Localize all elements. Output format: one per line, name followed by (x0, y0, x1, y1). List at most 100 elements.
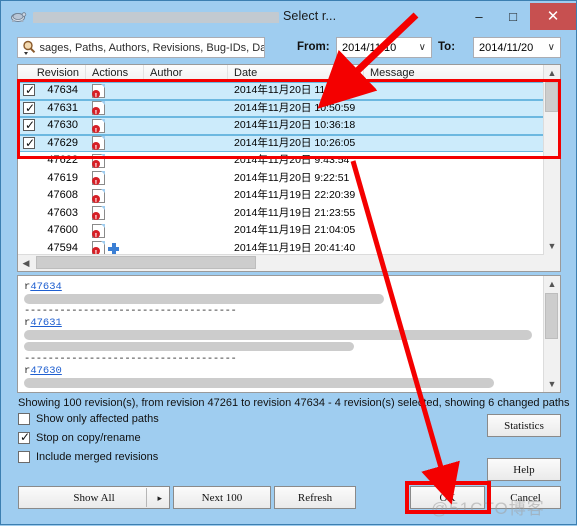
log-message-redaction (24, 341, 538, 353)
checkbox-label: Show only affected paths (36, 413, 159, 425)
actions-cell (86, 136, 144, 151)
table-row[interactable]: 47600 2014年11月19日 21:04:05 (18, 222, 560, 240)
log-message-redaction (24, 377, 538, 389)
table-row[interactable]: 47622 2014年11月20日 9:43:54 (18, 152, 560, 170)
revision-cell: 47600 (18, 222, 86, 239)
table-row[interactable]: 47619 2014年11月20日 9:22:51 (18, 170, 560, 188)
revision-cell: 47619 (18, 170, 86, 187)
chevron-right-icon[interactable]: ▸ (157, 493, 162, 504)
log-revision-link[interactable]: r47634 (24, 281, 538, 293)
to-date-picker[interactable]: 2014/11/20 ∨ (473, 37, 561, 58)
log-message-pane[interactable]: r47634 ----------------------------------… (17, 275, 561, 393)
log-pane-vscrollbar[interactable]: ▲ ▼ (543, 276, 560, 392)
row-checkbox[interactable]: ✓ (23, 101, 35, 115)
chevron-down-icon[interactable]: ∨ (548, 42, 555, 53)
checkbox-box[interactable] (18, 451, 30, 463)
window-title: Select r... (33, 9, 462, 23)
refresh-button[interactable]: Refresh (274, 486, 356, 509)
modified-doc-icon (92, 136, 105, 151)
vscroll-thumb[interactable] (545, 293, 558, 339)
hscroll-thumb[interactable] (36, 256, 256, 269)
scroll-up-icon[interactable]: ▲ (544, 276, 560, 292)
revision-cell: ✓ 47629 (18, 135, 86, 152)
checkbox-box[interactable] (18, 413, 30, 425)
show-all-button[interactable]: Show All ▸ (18, 486, 170, 509)
revision-cell: 47622 (18, 152, 86, 169)
log-revision-number[interactable]: 47634 (30, 281, 62, 293)
date-cell: 2014年11月20日 11:01:38 (234, 84, 355, 97)
revision-number: 47634 (47, 84, 78, 97)
search-input[interactable]: ssages, Paths, Authors, Revisions, Bug-I… (17, 37, 265, 58)
revision-cell: 47603 (18, 205, 86, 222)
table-row[interactable]: 47608 2014年11月19日 22:20:39 (18, 187, 560, 205)
row-checkbox[interactable]: ✓ (23, 136, 35, 150)
scroll-left-icon[interactable]: ◀ (18, 255, 34, 271)
title-redaction (33, 12, 279, 23)
next-100-button[interactable]: Next 100 (173, 486, 271, 509)
column-header-date[interactable]: Date (228, 65, 364, 81)
log-revision-link[interactable]: r47630 (24, 365, 538, 377)
table-row[interactable]: ✓ 47629 2014年11月20日 10:26:05 (18, 134, 560, 152)
checkbox-label: Include merged revisions (36, 451, 159, 463)
checkbox-include-merged-revisions[interactable]: Include merged revisions (18, 451, 158, 463)
status-text: Showing 100 revision(s), from revision 4… (18, 397, 570, 409)
revision-list-vscrollbar[interactable]: ▲ ▼ (543, 65, 560, 271)
revision-number: 47630 (47, 119, 78, 132)
close-button[interactable]: ✕ (530, 2, 576, 30)
actions-cell (86, 118, 144, 133)
checkbox-show-only-affected-paths[interactable]: Show only affected paths (18, 413, 159, 425)
tortoisesvn-icon (9, 7, 27, 25)
actions-cell (86, 153, 144, 168)
row-checkbox[interactable]: ✓ (23, 83, 35, 97)
log-separator: ------------------------------------ (24, 353, 237, 365)
modified-doc-icon (92, 171, 105, 186)
actions-cell (86, 188, 144, 203)
date-cell: 2014年11月19日 22:20:39 (234, 189, 356, 202)
revision-number: 47608 (47, 189, 78, 202)
checkbox-stop-on-copy-rename[interactable]: ✓ Stop on copy/rename (18, 430, 141, 444)
log-revision-link[interactable]: r47631 (24, 317, 538, 329)
help-button[interactable]: Help (487, 458, 561, 481)
revision-number: 47603 (47, 206, 78, 219)
revision-number: 47600 (47, 224, 78, 237)
column-header-message[interactable]: Message (364, 65, 560, 81)
modified-doc-icon (92, 206, 105, 221)
window-title-text: Select r... (283, 9, 337, 23)
statistics-button[interactable]: Statistics (487, 414, 561, 437)
column-header-actions[interactable]: Actions (86, 65, 144, 81)
table-row[interactable]: 47603 2014年11月19日 21:23:55 (18, 205, 560, 223)
actions-cell (86, 223, 144, 238)
date-cell: 2014年11月20日 9:22:51 (234, 171, 350, 184)
chevron-down-icon[interactable]: ∨ (419, 42, 426, 53)
log-revision-number[interactable]: 47631 (30, 317, 62, 329)
column-header-revision[interactable]: Revision (18, 65, 86, 81)
row-checkbox[interactable]: ✓ (23, 118, 35, 132)
search-icon (21, 39, 38, 56)
scroll-down-icon[interactable]: ▼ (544, 376, 560, 392)
revision-list[interactable]: Revision Actions Author Date Message ✓ 47… (17, 64, 561, 272)
minimize-button[interactable]: – (462, 3, 496, 30)
column-header-author[interactable]: Author (144, 65, 228, 81)
maximize-button[interactable]: □ (496, 3, 530, 30)
log-revision-number[interactable]: 47630 (30, 365, 62, 377)
log-message-redaction (24, 329, 538, 341)
revision-cell: 47608 (18, 187, 86, 204)
table-row[interactable]: ✓ 47634 2014年11月20日 11:01:38 (18, 82, 560, 100)
revision-list-hscrollbar[interactable]: ◀ (18, 254, 544, 271)
revision-list-header: Revision Actions Author Date Message (18, 65, 560, 82)
vscroll-thumb[interactable] (545, 82, 558, 112)
scroll-down-icon[interactable]: ▼ (544, 238, 560, 254)
checkbox-box[interactable]: ✓ (18, 430, 30, 444)
from-label: From: (297, 41, 330, 53)
next-100-button-label: Next 100 (201, 491, 243, 504)
refresh-button-label: Refresh (297, 491, 333, 504)
date-cell: 2014年11月20日 9:43:54 (234, 154, 350, 167)
scroll-up-icon[interactable]: ▲ (544, 65, 560, 81)
actions-cell (86, 83, 144, 98)
date-cell: 2014年11月19日 21:04:05 (234, 224, 356, 237)
modified-doc-icon (92, 101, 105, 116)
table-row[interactable]: ✓ 47631 2014年11月20日 10:50:59 (18, 99, 560, 117)
table-row[interactable]: ✓ 47630 2014年11月20日 10:36:18 (18, 117, 560, 135)
from-date-picker[interactable]: 2014/11/10 ∨ (336, 37, 432, 58)
to-date-value: 2014/11/20 (479, 41, 534, 54)
